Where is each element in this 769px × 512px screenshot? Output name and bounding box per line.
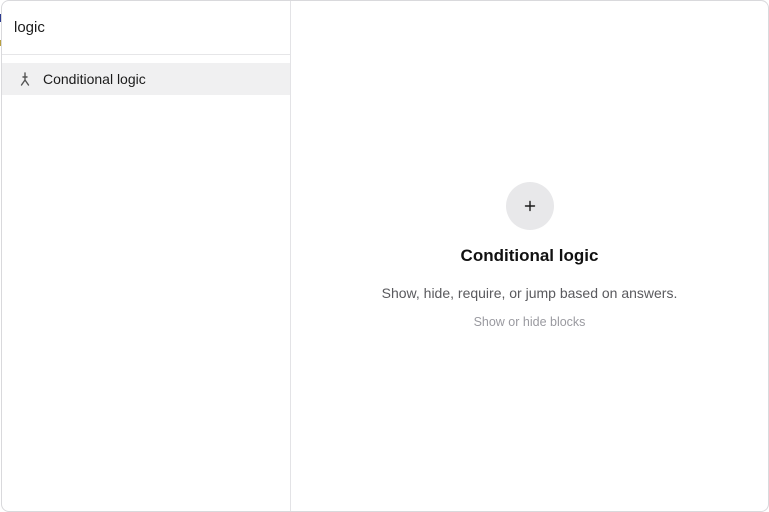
detail-title: Conditional logic (460, 246, 599, 265)
detail-panel: Conditional logic Show, hide, require, o… (291, 1, 768, 511)
results-list: Conditional logic (2, 55, 290, 95)
add-block-button[interactable] (505, 182, 554, 230)
insert-block-dialog: Conditional logic Conditional logic Show… (1, 0, 769, 512)
search-bar (2, 1, 290, 55)
plus-icon (524, 200, 535, 212)
search-input[interactable] (14, 19, 278, 36)
result-item-conditional-logic[interactable]: Conditional logic (2, 63, 290, 95)
branch-icon (18, 72, 32, 86)
result-item-label: Conditional logic (43, 71, 146, 87)
detail-description: Show, hide, require, or jump based on an… (381, 285, 678, 301)
search-panel: Conditional logic (2, 1, 291, 511)
detail-subtext: Show or hide blocks (473, 315, 586, 329)
